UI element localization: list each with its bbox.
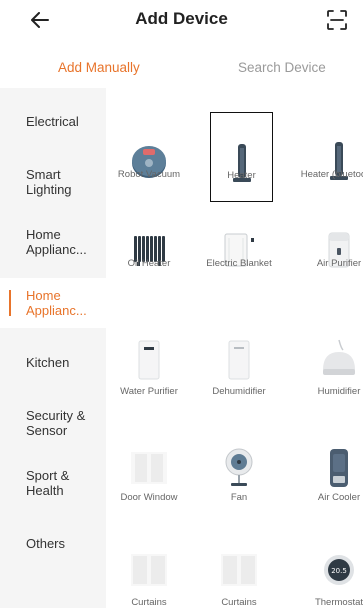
device-tile-door-window[interactable]: Door Window — [106, 418, 192, 508]
device-label: Thermostat — [314, 597, 363, 608]
tab-bar: Add Manually Search Device — [0, 52, 363, 84]
sidebar-item-electrical[interactable]: Electrical — [0, 100, 106, 150]
device-label: Heater (bluetooth) — [300, 169, 363, 180]
sidebar-item-security-sensor[interactable]: Security & Sensor — [0, 400, 106, 450]
curtains-icon — [124, 545, 174, 595]
sidebar-item-kitchen[interactable]: Kitchen — [0, 346, 106, 396]
device-label: Humidifier — [317, 386, 361, 397]
sidebar-item-label: Sport & Health — [26, 468, 70, 498]
device-label: Air Purifier — [316, 258, 362, 269]
device-label: Fan — [230, 492, 248, 503]
door-window-icon — [124, 443, 174, 493]
sidebar-item-smart-lighting[interactable]: Smart Lighting — [0, 158, 106, 208]
fan-icon — [214, 443, 264, 493]
thermostat-icon: 20.5 — [314, 545, 363, 595]
device-tile-curtains-1[interactable]: Curtains — [106, 520, 192, 608]
scan-icon — [327, 10, 347, 30]
sidebar-item-sport-health[interactable]: Sport & Health — [0, 460, 106, 510]
device-tile-heater-bluetooth[interactable]: Heater (bluetooth) — [296, 111, 363, 201]
dehumidifier-icon — [214, 335, 264, 385]
device-tile-air-purifier[interactable]: Air Purifier — [296, 200, 363, 290]
device-label: Curtains — [221, 597, 257, 608]
thermostat-reading: 20.5 — [331, 567, 347, 575]
device-label: Air Cooler — [317, 492, 361, 503]
sidebar-item-home-appliances-2[interactable]: Home Applianc... — [0, 278, 106, 328]
scan-button[interactable] — [323, 6, 351, 34]
sidebar-item-label: Home Applianc... — [26, 227, 87, 257]
sidebar-item-others[interactable]: Others — [0, 528, 106, 578]
device-label: Robot Vacuum — [117, 169, 181, 180]
sidebar-item-label: Smart Lighting — [26, 167, 72, 197]
device-tile-air-cooler[interactable]: Air Cooler — [296, 418, 363, 508]
page-title: Add Device — [135, 9, 228, 28]
device-tile-dehumidifier[interactable]: Dehumidifier — [196, 310, 282, 400]
tab-search-device[interactable]: Search Device — [238, 60, 326, 75]
water-purifier-icon — [124, 335, 174, 385]
active-indicator — [9, 290, 11, 316]
device-tile-humidifier[interactable]: Humidifier — [296, 310, 363, 400]
device-label: Dehumidifier — [212, 386, 266, 397]
device-tile-fan[interactable]: Fan — [196, 418, 282, 508]
curtains-icon — [214, 545, 264, 595]
device-tile-curtains-2[interactable]: Curtains — [196, 520, 282, 608]
humidifier-icon — [314, 335, 363, 385]
category-sidebar: Electrical Smart Lighting Home Applianc.… — [0, 88, 106, 608]
device-label: Heater — [227, 170, 256, 181]
device-tile-electric-blanket[interactable]: Electric Blanket — [196, 200, 282, 290]
device-tile-water-purifier[interactable]: Water Purifier — [106, 310, 192, 400]
tab-add-manually[interactable]: Add Manually — [58, 60, 140, 75]
device-tile-heater[interactable]: Heater — [210, 112, 273, 202]
sidebar-item-label: Others — [26, 536, 66, 551]
air-cooler-icon — [314, 443, 363, 493]
sidebar-item-label: Security & Sensor — [26, 408, 86, 438]
sidebar-item-label: Home Applianc... — [26, 288, 87, 318]
device-tile-robot-vacuum[interactable]: Robot Vacuum — [106, 111, 192, 201]
device-label: Electric Blanket — [206, 258, 272, 269]
sidebar-item-label: Electrical — [26, 114, 79, 129]
device-label: Door Window — [120, 492, 178, 503]
device-label: Water Purifier — [120, 386, 178, 397]
sidebar-item-home-appliances-1[interactable]: Home Applianc... — [0, 218, 106, 268]
header: Add Device — [0, 0, 363, 40]
device-tile-oil-heater[interactable]: Oil Heater — [106, 200, 192, 290]
device-grid: Robot Vacuum Heater Heater (bluetooth) — [106, 88, 363, 608]
sidebar-item-label: Kitchen — [26, 355, 70, 370]
device-label: Oil Heater — [127, 258, 171, 269]
device-tile-thermostat[interactable]: 20.5 Thermostat — [296, 520, 363, 608]
device-label: Curtains — [131, 597, 167, 608]
